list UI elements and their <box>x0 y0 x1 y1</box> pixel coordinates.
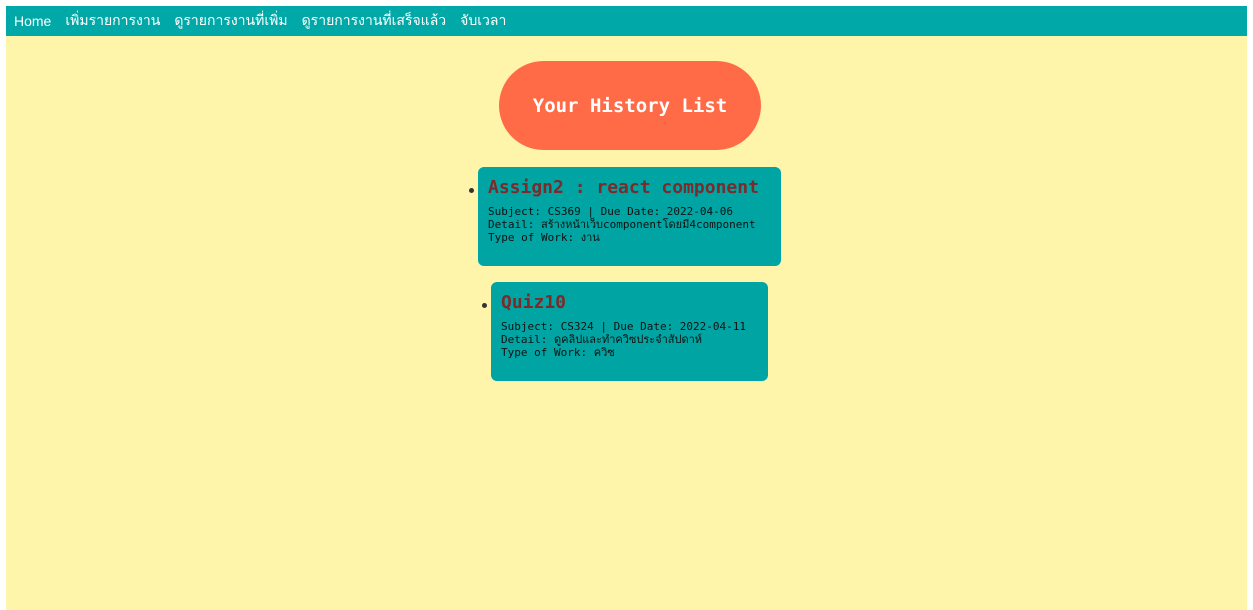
bullet-icon <box>469 188 474 193</box>
nav-view-tasks-link[interactable]: ดูรายการงานที่เพิ่ม <box>174 10 287 32</box>
history-card: Assign2 : react component Subject: CS369… <box>478 167 781 266</box>
card-subject-due: Subject: CS324 | Due Date: 2022-04-11 <box>501 320 747 333</box>
history-list-item: Assign2 : react component Subject: CS369… <box>469 167 781 266</box>
card-title: Quiz10 <box>501 292 567 313</box>
history-card: Quiz10 Subject: CS324 | Due Date: 2022-0… <box>491 282 768 381</box>
nav-home-link[interactable]: Home <box>14 13 51 29</box>
card-type: Type of Work: งาน <box>488 231 600 244</box>
card-detail: Detail: สร้างหน้าเว็บcomponentโดยมี4comp… <box>488 218 756 231</box>
card-subject-due: Subject: CS369 | Due Date: 2022-04-06 <box>488 205 734 218</box>
bullet-icon <box>482 303 487 308</box>
card-title: Assign2 : react component <box>488 177 759 198</box>
navbar: Home เพิ่มรายการงาน ดูรายการงานที่เพิ่ม … <box>6 6 1247 36</box>
page-title: Your History List <box>499 61 761 150</box>
nav-completed-tasks-link[interactable]: ดูรายการงานที่เสร็จแล้ว <box>302 10 447 32</box>
card-detail: Detail: ดูคลิปและทำควิซประจำสัปดาห์ <box>501 333 703 346</box>
card-type: Type of Work: ควิซ <box>501 346 615 359</box>
nav-add-task-link[interactable]: เพิ่มรายการงาน <box>65 10 160 32</box>
history-list-item: Quiz10 Subject: CS324 | Due Date: 2022-0… <box>482 282 768 381</box>
app-frame: Home เพิ่มรายการงาน ดูรายการงานที่เพิ่ม … <box>6 6 1247 610</box>
nav-timer-link[interactable]: จับเวลา <box>460 10 506 32</box>
